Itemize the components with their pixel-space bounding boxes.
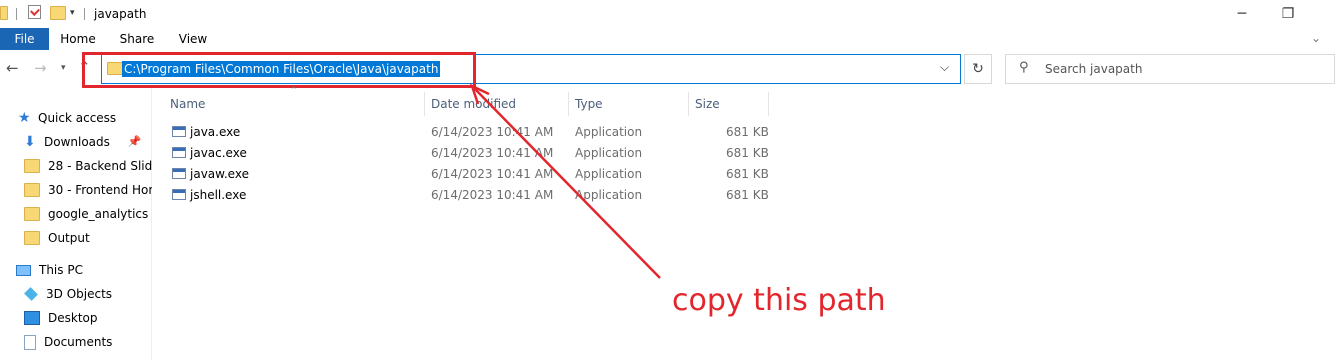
file-type: Application [575, 125, 643, 139]
search-placeholder: Search javapath [1045, 62, 1143, 76]
search-icon: ⚲ [1019, 60, 1029, 75]
nav-item-this-pc[interactable]: This PC [16, 260, 83, 280]
document-icon [24, 334, 36, 350]
column-divider[interactable] [768, 92, 769, 116]
desktop-icon [24, 311, 40, 325]
tab-view[interactable]: View [168, 28, 218, 50]
maximize-icon[interactable]: ❐ [1265, 0, 1311, 28]
nav-item-folder[interactable]: 30 - Frontend Home [24, 180, 152, 200]
cube-icon [24, 287, 38, 301]
nav-item-folder[interactable]: google_analytics [24, 204, 148, 224]
computer-icon [16, 264, 31, 276]
highlight-box [82, 52, 476, 88]
minimize-icon[interactable]: ─ [1219, 0, 1265, 28]
folder-icon [0, 6, 8, 20]
application-icon [172, 189, 186, 200]
tab-share[interactable]: Share [112, 28, 162, 50]
nav-item-downloads[interactable]: ⬇ Downloads 📌 [24, 132, 142, 152]
tab-file[interactable]: File [0, 28, 49, 50]
file-date: 6/14/2023 10:41 AM [431, 125, 554, 139]
nav-item-3d-objects[interactable]: 3D Objects [24, 284, 112, 304]
column-header-type[interactable]: Type [575, 95, 603, 113]
file-type: Application [575, 188, 643, 202]
title-bar: ▾ javapath ─ ❐ [0, 0, 1335, 28]
customize-toolbar-icon[interactable]: ▾ [70, 8, 75, 18]
new-folder-icon[interactable] [50, 6, 66, 20]
file-name: jshell.exe [190, 188, 247, 202]
tab-home[interactable]: Home [53, 28, 103, 50]
divider [16, 8, 17, 20]
column-divider[interactable] [424, 92, 425, 116]
folder-icon [24, 207, 40, 221]
nav-item-folder[interactable]: Output [24, 228, 90, 248]
application-icon [172, 168, 186, 179]
nav-item-folder[interactable]: 28 - Backend Slider [24, 156, 152, 176]
table-row[interactable]: javaw.exe 6/14/2023 10:41 AM Application… [170, 164, 770, 185]
window-title: javapath [94, 7, 147, 21]
column-header-size[interactable]: Size [695, 95, 720, 113]
ribbon-tabs: File Home Share View ⌄ [0, 28, 1335, 50]
divider [84, 8, 85, 20]
table-row[interactable]: java.exe 6/14/2023 10:41 AM Application … [170, 122, 770, 143]
column-header-name[interactable]: Name [170, 95, 205, 113]
nav-item-quick-access[interactable]: ★ Quick access [18, 108, 116, 128]
file-name: java.exe [190, 125, 241, 139]
nav-item-desktop[interactable]: Desktop [24, 308, 98, 328]
column-divider[interactable] [688, 92, 689, 116]
nav-item-documents[interactable]: Documents [24, 332, 112, 352]
refresh-icon[interactable]: ↻ [964, 54, 992, 84]
file-date: 6/14/2023 10:41 AM [431, 188, 554, 202]
file-size: 681 KB [726, 146, 769, 160]
file-date: 6/14/2023 10:41 AM [431, 146, 554, 160]
folder-icon [24, 231, 40, 245]
file-type: Application [575, 146, 643, 160]
file-size: 681 KB [726, 125, 769, 139]
file-type: Application [575, 167, 643, 181]
sort-indicator-icon: ⌃ [290, 86, 298, 96]
column-divider[interactable] [568, 92, 569, 116]
file-size: 681 KB [726, 188, 769, 202]
expand-ribbon-icon[interactable]: ⌄ [1311, 31, 1321, 45]
pin-icon[interactable]: 📌 [128, 132, 142, 152]
table-row[interactable]: javac.exe 6/14/2023 10:41 AM Application… [170, 143, 770, 164]
folder-icon [24, 159, 40, 173]
application-icon [172, 147, 186, 158]
folder-icon [24, 183, 40, 197]
table-row[interactable]: jshell.exe 6/14/2023 10:41 AM Applicatio… [170, 185, 770, 206]
properties-icon[interactable] [28, 5, 41, 19]
file-date: 6/14/2023 10:41 AM [431, 167, 554, 181]
file-size: 681 KB [726, 167, 769, 181]
file-name: javaw.exe [190, 167, 249, 181]
star-icon: ★ [18, 110, 31, 126]
column-header-date[interactable]: Date modified [431, 95, 516, 113]
annotation-text: copy this path [672, 283, 886, 318]
application-icon [172, 126, 186, 137]
file-name: javac.exe [190, 146, 247, 160]
forward-arrow-icon[interactable]: → [34, 59, 47, 77]
download-arrow-icon: ⬇ [24, 134, 36, 150]
chevron-down-icon[interactable]: ⌵ [940, 60, 949, 75]
back-arrow-icon[interactable]: ← [6, 59, 19, 77]
recent-locations-icon[interactable]: ▾ [61, 63, 66, 73]
